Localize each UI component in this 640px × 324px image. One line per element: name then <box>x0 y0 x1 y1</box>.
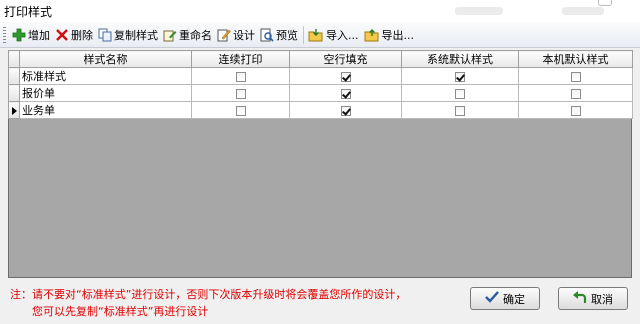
blurred-text <box>562 7 604 15</box>
system-default-checkbox[interactable] <box>455 71 465 82</box>
row-header[interactable] <box>8 67 20 85</box>
checkbox-cell <box>191 101 290 119</box>
checkbox-cell <box>518 84 633 102</box>
toolbar-grip[interactable] <box>3 26 6 43</box>
local-default-checkbox[interactable] <box>570 105 581 116</box>
toolbar-separator <box>303 25 304 44</box>
copy-style-button[interactable]: 复制样式 <box>96 24 161 46</box>
checkbox-cell <box>401 67 519 85</box>
continuous-checkbox[interactable] <box>235 71 246 82</box>
continuous-checkbox[interactable] <box>235 88 246 99</box>
style-grid[interactable]: 样式名称 连续打印 空行填充 系统默认样式 本机默认样式 标准样式 报价单 业务单 <box>8 50 633 278</box>
column-header-system-default[interactable]: 系统默认样式 <box>401 50 519 68</box>
local-default-checkbox[interactable] <box>570 88 581 99</box>
ok-button[interactable]: 确定 <box>470 287 540 310</box>
return-arrow-icon <box>573 290 587 307</box>
style-name-cell[interactable]: 报价单 <box>19 84 192 102</box>
delete-label: 删除 <box>71 28 93 42</box>
export-icon <box>364 28 380 42</box>
row-header[interactable] <box>8 101 20 119</box>
import-label: 导入... <box>326 28 359 42</box>
current-row-indicator-icon <box>11 106 17 115</box>
preview-label: 预览 <box>276 28 298 42</box>
export-button[interactable]: 导出... <box>362 24 418 46</box>
checkbox-cell <box>191 67 290 85</box>
toolbar: 增加 删除 复制样式 重命名 设计 预览 导入... 导出... <box>0 22 640 48</box>
style-name-cell[interactable]: 业务单 <box>19 101 192 119</box>
header-row: 样式名称 连续打印 空行填充 系统默认样式 本机默认样式 <box>8 50 633 68</box>
table-row[interactable]: 标准样式 <box>8 67 633 85</box>
table-row[interactable]: 报价单 <box>8 84 633 102</box>
warning-note: 注：请不要对“标准样式”进行设计，否则下次版本升级时将会覆盖您所作的设计， 您可… <box>10 286 406 320</box>
design-button[interactable]: 设计 <box>215 24 258 46</box>
checkbox-cell <box>289 84 402 102</box>
rename-label: 重命名 <box>179 28 212 42</box>
checkmark-icon <box>485 291 499 306</box>
close-button[interactable] <box>598 0 612 6</box>
import-icon <box>308 28 324 42</box>
preview-button[interactable]: 预览 <box>258 24 301 46</box>
column-header-continuous[interactable]: 连续打印 <box>191 50 290 68</box>
note-line-2: 您可以先复制“标准样式”再进行设计 <box>32 305 209 318</box>
system-default-checkbox[interactable] <box>455 88 465 99</box>
checkbox-cell <box>191 84 290 102</box>
copy-style-label: 复制样式 <box>114 28 158 42</box>
note-line-1: 注：请不要对“标准样式”进行设计，否则下次版本升级时将会覆盖您所作的设计， <box>10 288 407 301</box>
column-header-name[interactable]: 样式名称 <box>19 50 192 68</box>
ok-label: 确定 <box>503 292 525 306</box>
cancel-label: 取消 <box>591 292 613 306</box>
style-table: 样式名称 连续打印 空行填充 系统默认样式 本机默认样式 标准样式 报价单 业务单 <box>8 50 633 119</box>
design-icon <box>217 28 231 42</box>
continuous-checkbox[interactable] <box>235 105 246 116</box>
delete-icon <box>55 28 69 42</box>
export-label: 导出... <box>381 28 415 42</box>
add-label: 增加 <box>28 28 50 42</box>
window-title: 打印样式 <box>4 5 53 19</box>
blurred-text <box>455 7 503 15</box>
rename-button[interactable]: 重命名 <box>161 24 215 46</box>
checkbox-cell <box>401 84 519 102</box>
import-button[interactable]: 导入... <box>306 24 362 46</box>
checkbox-cell <box>518 67 633 85</box>
copy-icon <box>98 28 112 42</box>
row-header[interactable] <box>8 84 20 102</box>
local-default-checkbox[interactable] <box>570 71 581 82</box>
add-icon <box>12 28 26 42</box>
system-default-checkbox[interactable] <box>455 105 465 116</box>
checkbox-cell <box>289 101 402 119</box>
preview-icon <box>260 28 274 42</box>
delete-button[interactable]: 删除 <box>53 24 96 46</box>
design-label: 设计 <box>233 28 255 42</box>
fill-blank-checkbox[interactable] <box>340 105 351 116</box>
checkbox-cell <box>289 67 402 85</box>
add-button[interactable]: 增加 <box>10 24 53 46</box>
checkbox-cell <box>518 101 633 119</box>
fill-blank-checkbox[interactable] <box>340 88 351 99</box>
title-bar: 打印样式 <box>0 0 640 22</box>
column-header-fill-blank[interactable]: 空行填充 <box>289 50 402 68</box>
cancel-button[interactable]: 取消 <box>558 287 628 310</box>
column-header-local-default[interactable]: 本机默认样式 <box>518 50 633 68</box>
rename-icon <box>163 28 177 42</box>
table-row[interactable]: 业务单 <box>8 101 633 119</box>
corner-header[interactable] <box>8 50 20 68</box>
checkbox-cell <box>401 101 519 119</box>
style-name-cell[interactable]: 标准样式 <box>19 67 192 85</box>
fill-blank-checkbox[interactable] <box>340 71 351 82</box>
